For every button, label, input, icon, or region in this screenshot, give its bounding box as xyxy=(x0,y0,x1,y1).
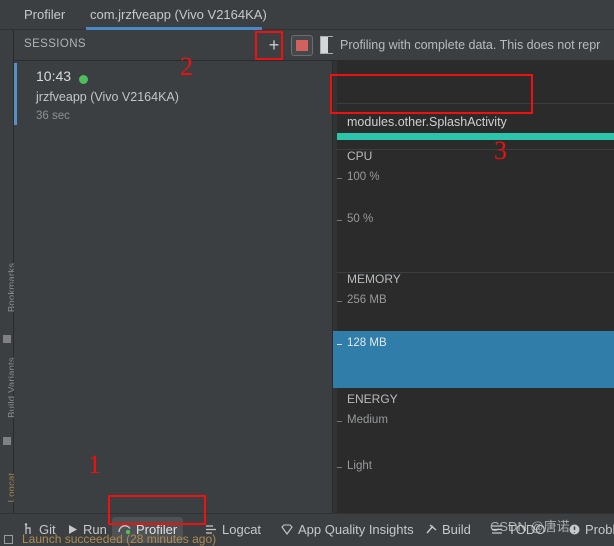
left-tool-strip: Bookmarks Build Variants Logcat xyxy=(0,30,18,541)
bookmarks-icon[interactable] xyxy=(3,335,11,343)
divider-activity-bottom xyxy=(337,149,614,150)
session-running-indicator-icon xyxy=(79,75,88,84)
profiling-notice-text: Profiling with complete data. This does … xyxy=(340,38,601,52)
session-selected-marker xyxy=(14,63,17,125)
session-duration: 36 sec xyxy=(36,110,70,122)
stop-square-icon xyxy=(296,40,308,51)
tab-profiler[interactable]: Profiler xyxy=(14,0,75,29)
memory-tick-128-mark xyxy=(337,344,342,345)
profiler-graphs[interactable]: modules.other.SplashActivity CPU 100 % 5… xyxy=(333,61,614,513)
profiling-notice-bar: Profiling with complete data. This does … xyxy=(333,30,614,61)
section-title-memory: MEMORY xyxy=(347,272,401,286)
profiler-tab-bar: Profiler com.jrzfveapp (Vivo V2164KA) xyxy=(0,0,614,30)
activity-band-label: modules.other.SplashActivity xyxy=(347,115,507,129)
energy-tick-light-label: Light xyxy=(347,460,372,472)
activity-band-bar xyxy=(337,133,614,140)
section-title-energy: ENERGY xyxy=(347,392,398,406)
tab-session-com-jrzfveapp[interactable]: com.jrzfveapp (Vivo V2164KA) xyxy=(80,0,277,29)
divider-activity-top xyxy=(337,103,614,104)
cpu-tick-50-mark xyxy=(337,220,342,221)
profiler-content: Profiling with complete data. This does … xyxy=(333,30,614,513)
status-bar: Launch succeeded (28 minutes ago) xyxy=(0,532,614,546)
cpu-tick-100-mark xyxy=(337,178,342,179)
graph-gutter xyxy=(333,61,337,513)
session-time: 10:43 xyxy=(36,68,72,84)
status-stop-icon[interactable] xyxy=(4,535,13,544)
energy-tick-light-mark xyxy=(337,467,342,468)
cpu-tick-50-label: 50 % xyxy=(347,213,374,225)
split-pane-icon xyxy=(321,37,328,53)
memory-tick-128-label: 128 MB xyxy=(347,337,387,349)
session-process-name: jrzfveapp (Vivo V2164KA) xyxy=(36,90,179,104)
memory-tick-256-mark xyxy=(337,301,342,302)
memory-tick-256-label: 256 MB xyxy=(347,294,387,306)
sessions-panel: 10:43 jrzfveapp (Vivo V2164KA) 36 sec xyxy=(14,61,333,513)
sessions-title: SESSIONS xyxy=(24,38,86,50)
sessions-header-bar: SESSIONS + xyxy=(14,30,338,61)
cpu-tick-100-label: 100 % xyxy=(347,171,380,183)
session-list-item[interactable]: 10:43 jrzfveapp (Vivo V2164KA) 36 sec xyxy=(14,61,332,127)
energy-tick-medium-mark xyxy=(337,421,342,422)
add-session-button[interactable]: + xyxy=(263,35,285,56)
status-message: Launch succeeded (28 minutes ago) xyxy=(22,532,217,546)
section-title-cpu: CPU xyxy=(347,149,373,163)
stop-recording-button[interactable] xyxy=(291,35,313,56)
build-variants-icon[interactable] xyxy=(3,437,11,445)
energy-tick-medium-label: Medium xyxy=(347,414,388,426)
profiler-window: Profiler com.jrzfveapp (Vivo V2164KA) Bo… xyxy=(0,0,614,546)
